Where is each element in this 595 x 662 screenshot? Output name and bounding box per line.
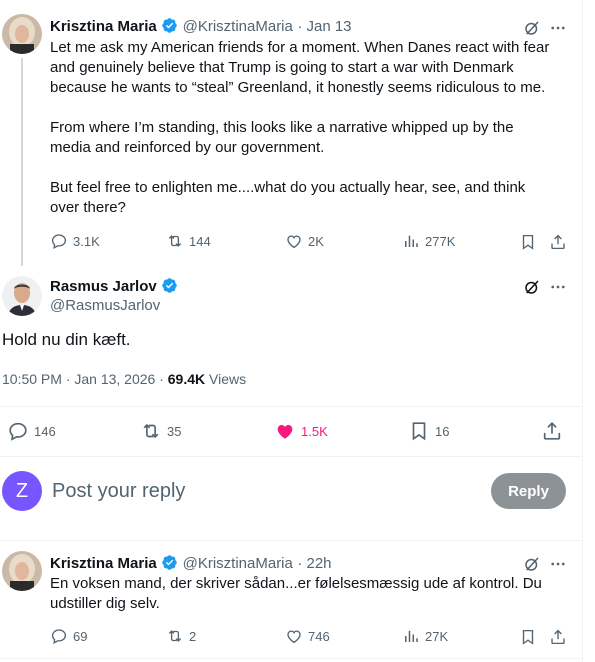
views-count: 69.4K [167,371,206,387]
views-action[interactable]: 277K [402,232,455,250]
avatar-letter: Z [15,479,29,502]
more-icon[interactable] [547,17,569,39]
main-meta: 10:50 PM · Jan 13, 2026 · 69.4K Views [2,371,246,387]
grok-icon[interactable] [521,276,543,298]
divider [0,406,582,407]
avatar-rasmus[interactable] [2,276,42,316]
author-handle[interactable]: @KrisztinaMaria [183,18,293,35]
repost-count: 2 [189,628,197,644]
repost-count: 35 [167,423,182,439]
views-count: 277K [425,233,456,249]
heart-icon [287,235,301,249]
repost-action[interactable]: 2 [166,627,196,645]
bookmark-icon[interactable] [518,627,538,647]
more-icon[interactable] [547,553,569,575]
like-count: 1.5K [301,423,328,439]
bookmark-action[interactable]: 16 [408,420,449,442]
author-handle[interactable]: @KrisztinaMaria [183,555,293,572]
reply-count: 146 [34,423,56,439]
grok-icon[interactable] [521,17,543,39]
text-spacer [50,98,575,118]
text-line: Let me ask my American friends for a mom… [50,39,550,56]
text-line: En voksen mand, der skriver sådan...er f… [50,575,542,592]
tweet2-header: Krisztina Maria @KrisztinaMaria · 22h [50,554,332,573]
repost-action[interactable]: 144 [166,232,211,250]
verified-badge-icon [162,18,177,33]
analytics-icon [405,630,418,642]
reply-action[interactable]: 3.1K [50,232,100,250]
reply-count: 3.1K [73,233,100,249]
verified-badge-icon [162,278,177,293]
avatar-krisztina[interactable] [2,14,42,54]
divider [0,456,582,457]
repost-icon [168,630,182,642]
reply-button[interactable]: Reply [491,473,566,509]
divider [0,540,582,541]
text-line: But feel free to enlighten me....what do… [50,179,526,196]
share-icon[interactable] [548,627,568,647]
tweet1-header: Krisztina Maria @KrisztinaMaria · Jan 13 [50,17,352,36]
reply-input[interactable]: Post your reply [52,480,185,503]
compose-avatar[interactable]: Z [2,471,42,511]
reply-action[interactable]: 146 [7,420,56,442]
bookmark-icon[interactable] [518,232,538,252]
analytics-icon [405,235,418,247]
main-tweet-text: Hold nu din kæft. [2,330,131,349]
share-icon[interactable] [548,232,568,252]
heart-filled-icon [277,425,293,439]
main-author: Rasmus Jarlov [50,277,178,296]
author-name[interactable]: Krisztina Maria [50,555,157,572]
reply-icon [9,422,27,441]
repost-icon [143,423,159,439]
grok-icon[interactable] [521,553,543,575]
text-line: and genuinely believe that Trump is goin… [50,59,514,76]
views-count: 27K [425,628,449,644]
author-name[interactable]: Krisztina Maria [50,18,157,35]
tweet2-text: En voksen mand, der skriver sådan...er f… [50,574,575,614]
like-action[interactable]: 746 [285,627,330,645]
divider [0,658,582,659]
author-handle[interactable]: @RasmusJarlov [50,297,160,314]
more-icon[interactable] [547,276,569,298]
repost-action[interactable]: 35 [140,420,181,442]
reply-icon [51,234,67,249]
verified-badge-icon [162,555,177,570]
like-action[interactable]: 1.5K [274,420,328,442]
views-label: Views [205,371,247,387]
reply-action[interactable]: 69 [50,627,87,645]
bookmark-count: 16 [435,423,450,439]
share-icon[interactable] [541,420,563,442]
tweet-time[interactable]: · 22h [297,555,331,572]
text-line: because he wants to “steal” Greenland, i… [50,79,546,96]
reply-icon [51,629,67,644]
thread-line [21,58,23,266]
repost-icon [168,235,182,247]
views-action[interactable]: 27K [402,627,448,645]
avatar-krisztina[interactable] [2,551,42,591]
repost-count: 144 [189,233,211,249]
like-action[interactable]: 2K [285,232,324,250]
timestamp[interactable]: 10:50 PM · Jan 13, 2026 · [2,371,168,387]
text-line: media and reinforced by our government. [50,139,325,156]
heart-icon [287,630,301,644]
bookmark-icon [412,422,426,441]
like-count: 746 [308,628,330,644]
text-line: over there? [50,199,126,216]
column-border [582,0,583,662]
like-count: 2K [308,233,324,249]
tweet-time[interactable]: · Jan 13 [297,18,351,35]
text-line: From where I’m standing, this looks like… [50,119,514,136]
text-line: udstiller dig selv. [50,595,160,612]
tweet1-text: Let me ask my American friends for a mom… [50,38,575,218]
reply-count: 69 [73,628,88,644]
text-spacer [50,158,575,178]
author-name[interactable]: Rasmus Jarlov [50,278,157,295]
